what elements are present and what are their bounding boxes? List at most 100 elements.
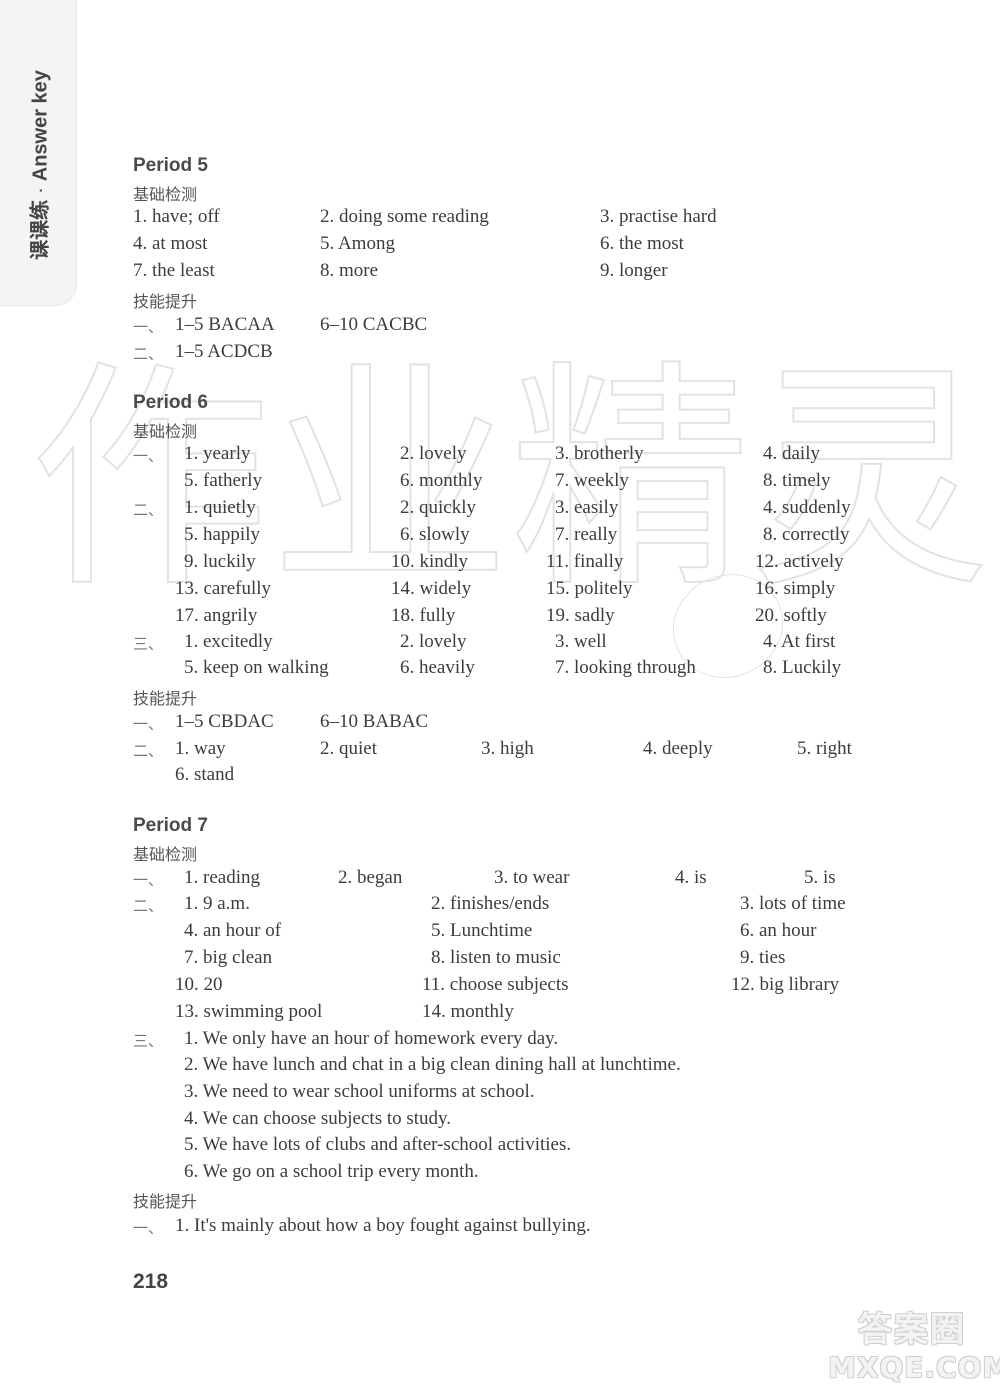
side-tab-sep: ·	[29, 187, 52, 194]
page-number: 218	[133, 1270, 169, 1293]
answer: 5. right	[797, 738, 852, 759]
answer: 7. really	[555, 524, 618, 545]
period-6-skill-heading: 技能提升	[133, 689, 198, 708]
answer: 5. is	[804, 867, 836, 888]
side-tab-label: 课课练 · Answer key	[24, 70, 53, 260]
answer: 6. monthly	[400, 470, 483, 491]
side-tab-cn: 课课练	[29, 199, 52, 260]
answer: 2. finishes/ends	[431, 893, 550, 914]
answer: 4. is	[675, 867, 707, 888]
period-5-title: Period 5	[133, 155, 208, 176]
answer: 5. happily	[184, 524, 260, 545]
answer: 4. at most	[133, 233, 208, 254]
answer: 15. politely	[546, 578, 633, 599]
answer: 9. luckily	[184, 551, 256, 572]
answer: 9. longer	[600, 260, 668, 281]
answer: 2. doing some reading	[320, 206, 489, 227]
section-marker: 一、	[133, 871, 164, 889]
answer: 6. an hour	[740, 920, 817, 941]
period-5-skill-heading: 技能提升	[133, 292, 198, 311]
answer: 16. simply	[755, 578, 836, 599]
answer: 1. way	[175, 738, 226, 759]
answer: 9. ties	[740, 947, 786, 968]
answer: 2. lovely	[400, 631, 467, 652]
answer: 12. actively	[755, 551, 844, 572]
answer: 6–10 CACBC	[320, 314, 428, 335]
period-6-title: Period 6	[133, 392, 208, 413]
answer: 5. We have lots of clubs and after-schoo…	[184, 1134, 572, 1155]
answer: 7. big clean	[184, 947, 273, 968]
answer: 2. quiet	[320, 738, 377, 759]
answer: 3. practise hard	[600, 206, 717, 227]
section-marker: 一、	[133, 715, 164, 733]
answer: 1. quietly	[184, 497, 256, 518]
answer: 8. Luckily	[763, 657, 842, 678]
answer: 11. finally	[546, 551, 624, 572]
section-marker: 一、	[133, 318, 164, 336]
answer: 6. stand	[175, 764, 235, 785]
answer: 4. We can choose subjects to study.	[184, 1108, 452, 1129]
section-marker: 二、	[133, 897, 164, 915]
period-7-skill-heading: 技能提升	[133, 1192, 198, 1211]
answer: 19. sadly	[546, 605, 615, 626]
answer: 8. correctly	[763, 524, 850, 545]
answer: 6. the most	[600, 233, 684, 254]
answer: 6. heavily	[400, 657, 475, 678]
section-marker: 一、	[133, 447, 164, 465]
section-marker: 三、	[133, 635, 164, 653]
answer: 10. 20	[175, 974, 223, 995]
answer: 5. Lunchtime	[431, 920, 533, 941]
answer: 1–5 CBDAC	[175, 711, 274, 732]
answer: 3. well	[555, 631, 607, 652]
answer: 1. 9 a.m.	[184, 893, 250, 914]
answer: 2. began	[338, 867, 403, 888]
section-marker: 一、	[133, 1219, 164, 1237]
answer: 12. big library	[731, 974, 840, 995]
answer: 1–5 BACAA	[175, 314, 275, 335]
answer: 3. lots of time	[740, 893, 846, 914]
answer: 3. We need to wear school uniforms at sc…	[184, 1081, 535, 1102]
answer: 14. widely	[391, 578, 472, 599]
period-7-basic-heading: 基础检测	[133, 845, 198, 864]
answer: 5. Among	[320, 233, 395, 254]
answer: 6–10 BABAC	[320, 711, 429, 732]
answer: 2. lovely	[400, 443, 467, 464]
answer: 11. choose subjects	[422, 974, 569, 995]
answer: 5. fatherly	[184, 470, 263, 491]
section-marker: 二、	[133, 742, 164, 760]
answer: 6. slowly	[400, 524, 470, 545]
answer: 1. reading	[184, 867, 260, 888]
answer: 4. an hour of	[184, 920, 282, 941]
answer: 8. more	[320, 260, 379, 281]
answer: 13. carefully	[175, 578, 272, 599]
side-tab: 课课练 · Answer key	[0, 0, 77, 306]
answer: 3. high	[481, 738, 534, 759]
side-tab-en: Answer key	[29, 70, 52, 182]
answer: 5. keep on walking	[184, 657, 329, 678]
answer: 1–5 ACDCB	[175, 341, 273, 362]
answer: 7. looking through	[555, 657, 696, 678]
answer: 8. listen to music	[431, 947, 561, 968]
answer: 7. the least	[133, 260, 215, 281]
answer: 18. fully	[391, 605, 456, 626]
answer: 2. quickly	[400, 497, 476, 518]
answer: 7. weekly	[555, 470, 629, 491]
answer: 3. brotherly	[555, 443, 644, 464]
answer: 1. yearly	[184, 443, 251, 464]
answer: 17. angrily	[175, 605, 258, 626]
answer: 3. to wear	[494, 867, 570, 888]
answer: 1. It's mainly about how a boy fought ag…	[175, 1215, 591, 1236]
site-logo: 答案圈 MXQE.COM	[828, 1302, 1000, 1384]
answer: 4. daily	[763, 443, 820, 464]
answer: 4. At first	[763, 631, 836, 652]
answer: 4. suddenly	[763, 497, 851, 518]
section-marker: 二、	[133, 345, 164, 363]
answer: 2. We have lunch and chat in a big clean…	[184, 1054, 681, 1075]
answer: 10. kindly	[391, 551, 469, 572]
answer: 20. softly	[755, 605, 827, 626]
answer: 1. have; off	[133, 206, 220, 227]
site-logo-line2: MXQE.COM	[828, 1351, 1000, 1384]
answer: 1. We only have an hour of homework ever…	[184, 1028, 559, 1049]
answer: 8. timely	[763, 470, 831, 491]
answer: 1. excitedly	[184, 631, 273, 652]
